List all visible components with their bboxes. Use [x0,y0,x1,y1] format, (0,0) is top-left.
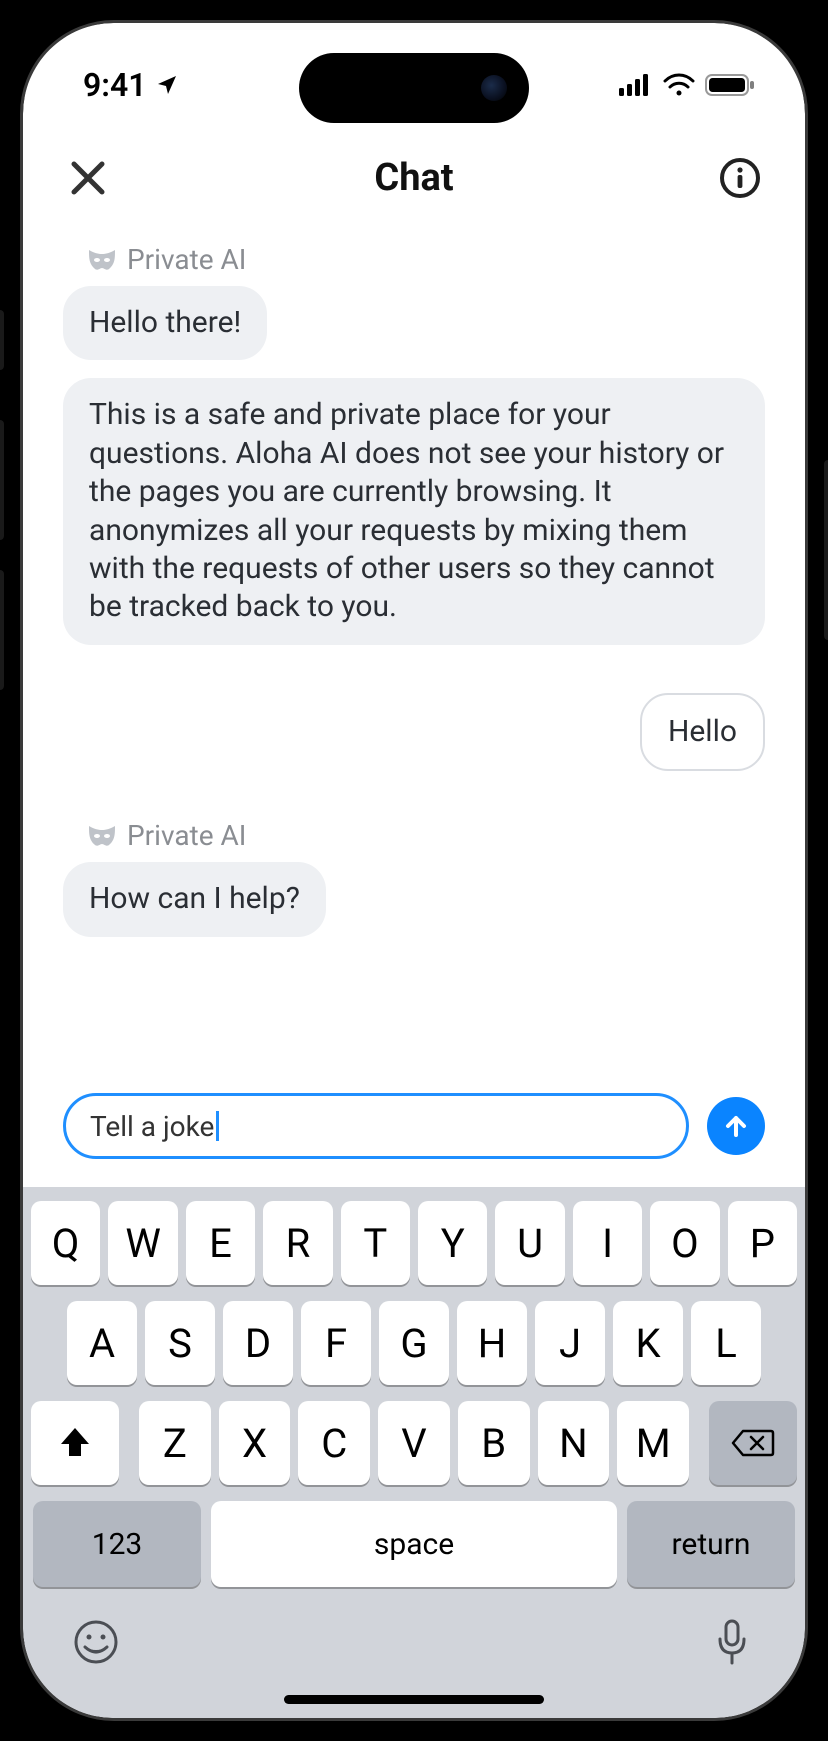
key-w[interactable]: W [108,1201,177,1285]
key-q[interactable]: Q [31,1201,100,1285]
keyboard-row-2: A S D F G H J K L [31,1301,797,1385]
info-icon [719,157,761,199]
key-m[interactable]: M [617,1401,689,1485]
key-o[interactable]: O [650,1201,719,1285]
backspace-icon [731,1427,775,1459]
keyboard-row-3: Z X C V B N M [31,1401,797,1485]
dictation-button[interactable] [707,1617,757,1667]
battery-icon [705,73,755,97]
mask-icon [87,824,117,848]
key-u[interactable]: U [495,1201,564,1285]
key-j[interactable]: J [535,1301,605,1385]
ai-message-bubble: This is a safe and private place for you… [63,378,765,644]
text-caret [216,1111,219,1141]
key-n[interactable]: N [538,1401,610,1485]
screen: 9:41 [23,23,805,1718]
key-s[interactable]: S [145,1301,215,1385]
dynamic-island [299,53,529,123]
cellular-icon [619,74,653,96]
keyboard-footer [31,1597,797,1677]
key-l[interactable]: L [691,1301,761,1385]
key-t[interactable]: T [341,1201,410,1285]
chat-messages[interactable]: Private AI Hello there! This is a safe a… [23,233,805,1083]
front-camera [481,75,507,101]
key-b[interactable]: B [458,1401,530,1485]
soft-keyboard: Q W E R T Y U I O P A S D F G H J K L [23,1187,805,1718]
close-button[interactable] [63,153,113,203]
ai-sender-tag: Private AI [63,819,765,862]
user-message-bubble: Hello [640,693,765,771]
key-numbers[interactable]: 123 [33,1501,201,1587]
side-button [0,570,4,690]
chat-header: Chat [23,133,805,233]
key-f[interactable]: F [301,1301,371,1385]
keyboard-row-4: 123 space return [31,1501,797,1587]
key-g[interactable]: G [379,1301,449,1385]
keyboard-row-1: Q W E R T Y U I O P [31,1201,797,1285]
status-time: 9:41 [83,66,147,104]
wifi-icon [663,73,695,97]
key-backspace[interactable] [709,1401,797,1485]
side-button [824,460,828,640]
key-p[interactable]: P [728,1201,797,1285]
close-icon [69,159,107,197]
side-button [0,420,4,540]
key-r[interactable]: R [263,1201,332,1285]
mic-icon [714,1617,750,1667]
phone-frame: 9:41 [0,0,828,1741]
arrow-up-icon [721,1111,751,1141]
key-h[interactable]: H [457,1301,527,1385]
key-shift[interactable] [31,1401,119,1485]
send-button[interactable] [707,1097,765,1155]
message-composer: Tell a joke [23,1083,805,1187]
key-a[interactable]: A [67,1301,137,1385]
message-input[interactable]: Tell a joke [63,1093,689,1159]
ai-sender-label: Private AI [127,819,246,852]
page-title: Chat [374,156,453,200]
side-button [0,310,4,370]
ai-message-bubble: Hello there! [63,286,267,360]
key-x[interactable]: X [219,1401,291,1485]
key-y[interactable]: Y [418,1201,487,1285]
key-space[interactable]: space [211,1501,617,1587]
message-input-text: Tell a joke [90,1110,214,1143]
emoji-button[interactable] [71,1617,121,1667]
key-z[interactable]: Z [139,1401,211,1485]
ai-sender-label: Private AI [127,243,246,276]
emoji-icon [73,1619,119,1665]
key-e[interactable]: E [186,1201,255,1285]
ai-message-bubble: How can I help? [63,862,326,936]
key-d[interactable]: D [223,1301,293,1385]
location-arrow-icon [155,73,179,97]
key-return[interactable]: return [627,1501,795,1587]
mask-icon [87,248,117,272]
key-i[interactable]: I [573,1201,642,1285]
ai-sender-tag: Private AI [63,243,765,286]
home-indicator[interactable] [284,1695,544,1704]
key-v[interactable]: V [378,1401,450,1485]
key-c[interactable]: C [298,1401,370,1485]
key-k[interactable]: K [613,1301,683,1385]
info-button[interactable] [715,153,765,203]
shift-icon [57,1426,93,1460]
